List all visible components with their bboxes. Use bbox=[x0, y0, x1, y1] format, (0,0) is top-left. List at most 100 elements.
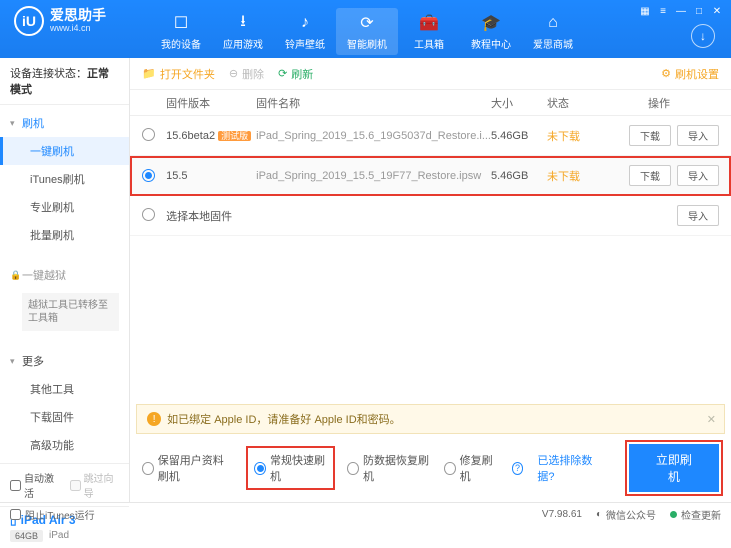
device-icon: ☐ bbox=[150, 12, 212, 34]
refresh-button[interactable]: ⟳刷新 bbox=[278, 66, 313, 82]
nav-label: 我的设备 bbox=[150, 36, 212, 51]
check-update-link[interactable]: 检查更新 bbox=[670, 507, 721, 522]
sidebar-item-batch-flash[interactable]: 批量刷机 bbox=[0, 221, 129, 249]
wechat-link[interactable]: ◐微信公众号 bbox=[596, 507, 656, 522]
checkbox-label: 自动激活 bbox=[24, 470, 60, 500]
row-radio[interactable] bbox=[142, 128, 155, 141]
sidebar-options: 自动激活 跳过向导 bbox=[0, 463, 129, 506]
col-ops: 操作 bbox=[599, 95, 719, 111]
radio-icon bbox=[254, 462, 266, 475]
skip-guide-checkbox: 跳过向导 bbox=[70, 470, 120, 500]
sidebar-item-other-tools[interactable]: 其他工具 bbox=[0, 375, 129, 403]
apps-icon: ⭳ bbox=[212, 12, 274, 34]
opt-keep-data[interactable]: 保留用户资料刷机 bbox=[142, 452, 234, 484]
opt-label: 常规快速刷机 bbox=[270, 452, 327, 484]
toolbox-icon: 🧰 bbox=[398, 12, 460, 34]
radio-icon bbox=[444, 462, 456, 475]
btn-label: 删除 bbox=[242, 66, 264, 82]
nav-ringtones[interactable]: ♪铃声壁纸 bbox=[274, 8, 336, 55]
col-version: 固件版本 bbox=[166, 95, 256, 111]
nav-flash[interactable]: ⟳ 智能刷机 bbox=[336, 8, 398, 55]
local-firmware-row[interactable]: 选择本地固件 导入 bbox=[130, 196, 731, 236]
titlebar-min-icon[interactable]: — bbox=[673, 4, 689, 18]
connection-status: 设备连接状态：正常模式 bbox=[0, 58, 129, 105]
wechat-icon: ◐ bbox=[596, 509, 602, 520]
opt-label: 修复刷机 bbox=[460, 452, 498, 484]
gear-icon: ⚙ bbox=[661, 67, 671, 80]
firmware-status: 未下载 bbox=[547, 168, 599, 184]
nav-store[interactable]: ⌂爱思商城 bbox=[522, 8, 584, 55]
nav-apps[interactable]: ⭳应用游戏 bbox=[212, 8, 274, 55]
block-itunes-checkbox[interactable]: 阻止iTunes运行 bbox=[10, 507, 95, 522]
appleid-alert: ! 如已绑定 Apple ID，请准备好 Apple ID和密码。 ✕ bbox=[136, 404, 725, 434]
nav-my-device[interactable]: ☐ 我的设备 bbox=[150, 8, 212, 55]
titlebar-close-icon[interactable]: ✕ bbox=[709, 4, 725, 18]
col-name: 固件名称 bbox=[256, 95, 491, 111]
delete-icon: ⊖ bbox=[229, 67, 238, 80]
checkbox-label: 跳过向导 bbox=[84, 470, 120, 500]
firmware-size: 5.46GB bbox=[491, 170, 547, 182]
section-label: 更多 bbox=[22, 353, 44, 369]
row-radio[interactable] bbox=[142, 208, 155, 221]
opt-repair-flash[interactable]: 修复刷机 bbox=[444, 452, 498, 484]
nav-toolbox[interactable]: 🧰 工具箱 bbox=[398, 8, 460, 55]
status-dot-icon bbox=[670, 511, 677, 518]
nav-tutorials[interactable]: 🎓教程中心 bbox=[460, 8, 522, 55]
opt-label: 防数据恢复刷机 bbox=[363, 452, 430, 484]
titlebar-tray-icon[interactable]: ≡ bbox=[655, 4, 671, 18]
section-label: 刷机 bbox=[22, 115, 44, 131]
info-icon[interactable]: ? bbox=[512, 462, 524, 475]
firmware-row[interactable]: 15.6beta2测试版 iPad_Spring_2019_15.6_19G50… bbox=[130, 116, 731, 156]
firmware-row[interactable]: 15.5 iPad_Spring_2019_15.5_19F77_Restore… bbox=[130, 156, 731, 196]
collapse-icon: ▾ bbox=[10, 118, 22, 129]
download-button[interactable]: 下载 bbox=[629, 125, 671, 146]
btn-label: 打开文件夹 bbox=[160, 66, 215, 82]
sidebar-item-oneclick-flash[interactable]: 一键刷机 bbox=[0, 137, 129, 165]
open-folder-button[interactable]: 📁 打开文件夹 bbox=[142, 66, 215, 82]
flash-now-button[interactable]: 立即刷机 bbox=[629, 444, 719, 492]
flash-settings-button[interactable]: ⚙刷机设置 bbox=[661, 66, 719, 82]
titlebar-menu-icon[interactable]: ▦ bbox=[637, 4, 653, 18]
exclude-data-link[interactable]: 已选排除数据? bbox=[537, 452, 600, 484]
refresh-icon: ⟳ bbox=[336, 12, 398, 34]
sidebar-item-advanced[interactable]: 高级功能 bbox=[0, 431, 129, 459]
folder-icon: 📁 bbox=[142, 67, 156, 80]
content-area: 📁打开文件夹 ⊖删除 ⟳刷新 ⚙刷机设置 固件版本 固件名称 大小 状态 操作 … bbox=[130, 58, 731, 502]
sidebar-item-download-firmware[interactable]: 下载固件 bbox=[0, 403, 129, 431]
logo-icon: iU bbox=[14, 6, 44, 36]
btn-label: 刷新 bbox=[291, 66, 313, 82]
section-jailbreak[interactable]: 🔒一键越狱 bbox=[0, 261, 129, 289]
col-size: 大小 bbox=[491, 95, 547, 111]
nav-label: 智能刷机 bbox=[336, 36, 398, 51]
section-more[interactable]: ▾更多 bbox=[0, 347, 129, 375]
firmware-status: 未下载 bbox=[547, 128, 599, 144]
app-header: ▦ ≡ — □ ✕ iU 爱思助手 www.i4.cn ☐我的设备 ⭳应用游戏 … bbox=[0, 0, 731, 58]
radio-icon bbox=[347, 462, 359, 475]
titlebar-max-icon[interactable]: □ bbox=[691, 4, 707, 18]
nav-label: 工具箱 bbox=[398, 36, 460, 51]
opt-normal-flash[interactable]: 常规快速刷机 bbox=[248, 448, 333, 488]
firmware-version: 15.5 bbox=[166, 170, 187, 182]
warning-icon: ! bbox=[147, 412, 161, 426]
download-manager-icon[interactable]: ↓ bbox=[691, 24, 715, 48]
opt-anti-recovery[interactable]: 防数据恢复刷机 bbox=[347, 452, 430, 484]
alert-close-icon[interactable]: ✕ bbox=[707, 413, 716, 426]
sidebar-item-itunes-flash[interactable]: iTunes刷机 bbox=[0, 165, 129, 193]
import-button[interactable]: 导入 bbox=[677, 165, 719, 186]
sidebar-item-pro-flash[interactable]: 专业刷机 bbox=[0, 193, 129, 221]
firmware-filename: iPad_Spring_2019_15.6_19G5037d_Restore.i… bbox=[256, 130, 491, 142]
section-flash[interactable]: ▾刷机 bbox=[0, 109, 129, 137]
download-button[interactable]: 下载 bbox=[629, 165, 671, 186]
opt-label: 保留用户资料刷机 bbox=[158, 452, 235, 484]
import-button[interactable]: 导入 bbox=[677, 125, 719, 146]
nav-label: 爱思商城 bbox=[522, 36, 584, 51]
firmware-size: 5.46GB bbox=[491, 130, 547, 142]
local-firmware-label: 选择本地固件 bbox=[166, 208, 599, 224]
sidebar: 设备连接状态：正常模式 ▾刷机 一键刷机 iTunes刷机 专业刷机 批量刷机 … bbox=[0, 58, 130, 502]
row-radio[interactable] bbox=[142, 169, 155, 182]
beta-tag: 测试版 bbox=[218, 131, 251, 141]
toolbar: 📁 打开文件夹 ⊖ 删除 ⟳刷新 ⚙刷机设置 bbox=[130, 58, 731, 90]
auto-activate-checkbox[interactable]: 自动激活 bbox=[10, 470, 60, 500]
import-button[interactable]: 导入 bbox=[677, 205, 719, 226]
conn-label: 设备连接状态： bbox=[10, 68, 87, 80]
